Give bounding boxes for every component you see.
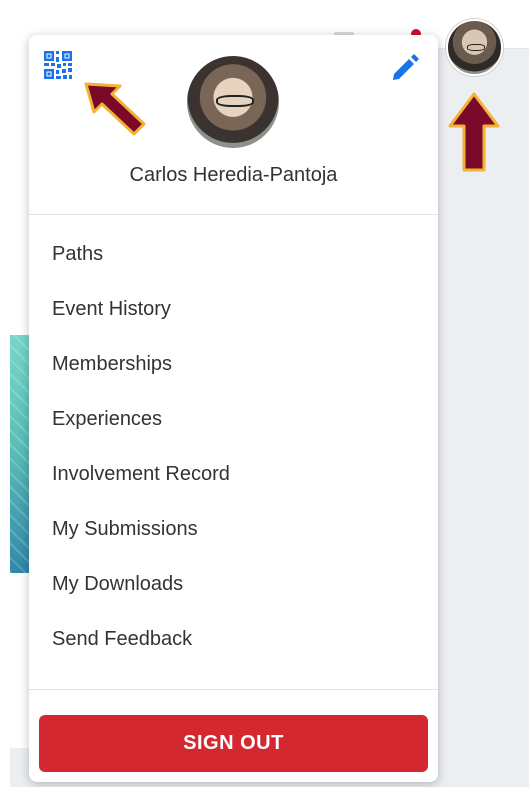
qr-code-icon[interactable] xyxy=(42,49,74,81)
menu-item-paths[interactable]: Paths xyxy=(29,227,438,282)
menu-item-my-submissions[interactable]: My Submissions xyxy=(29,502,438,557)
profile-menu: Carlos Heredia-Pantoja Paths Event Histo… xyxy=(29,35,438,782)
menu-divider xyxy=(29,689,438,690)
avatar-glasses xyxy=(216,94,254,107)
profile-menu-list: Paths Event History Memberships Experien… xyxy=(29,227,438,667)
menu-item-involvement-record[interactable]: Involvement Record xyxy=(29,447,438,502)
menu-item-event-history[interactable]: Event History xyxy=(29,282,438,337)
menu-item-my-downloads[interactable]: My Downloads xyxy=(29,557,438,612)
annotation-arrow-up xyxy=(448,92,500,172)
user-avatar-button[interactable] xyxy=(446,19,503,76)
sign-out-button[interactable]: SIGN OUT xyxy=(39,715,428,772)
profile-avatar xyxy=(187,56,279,148)
annotation-arrow-diagonal xyxy=(84,82,146,136)
menu-item-send-feedback[interactable]: Send Feedback xyxy=(29,612,438,667)
menu-item-experiences[interactable]: Experiences xyxy=(29,392,438,447)
profile-name: Carlos Heredia-Pantoja xyxy=(129,164,338,186)
menu-item-memberships[interactable]: Memberships xyxy=(29,337,438,392)
avatar-glasses xyxy=(467,44,485,51)
pencil-icon[interactable] xyxy=(389,51,421,83)
